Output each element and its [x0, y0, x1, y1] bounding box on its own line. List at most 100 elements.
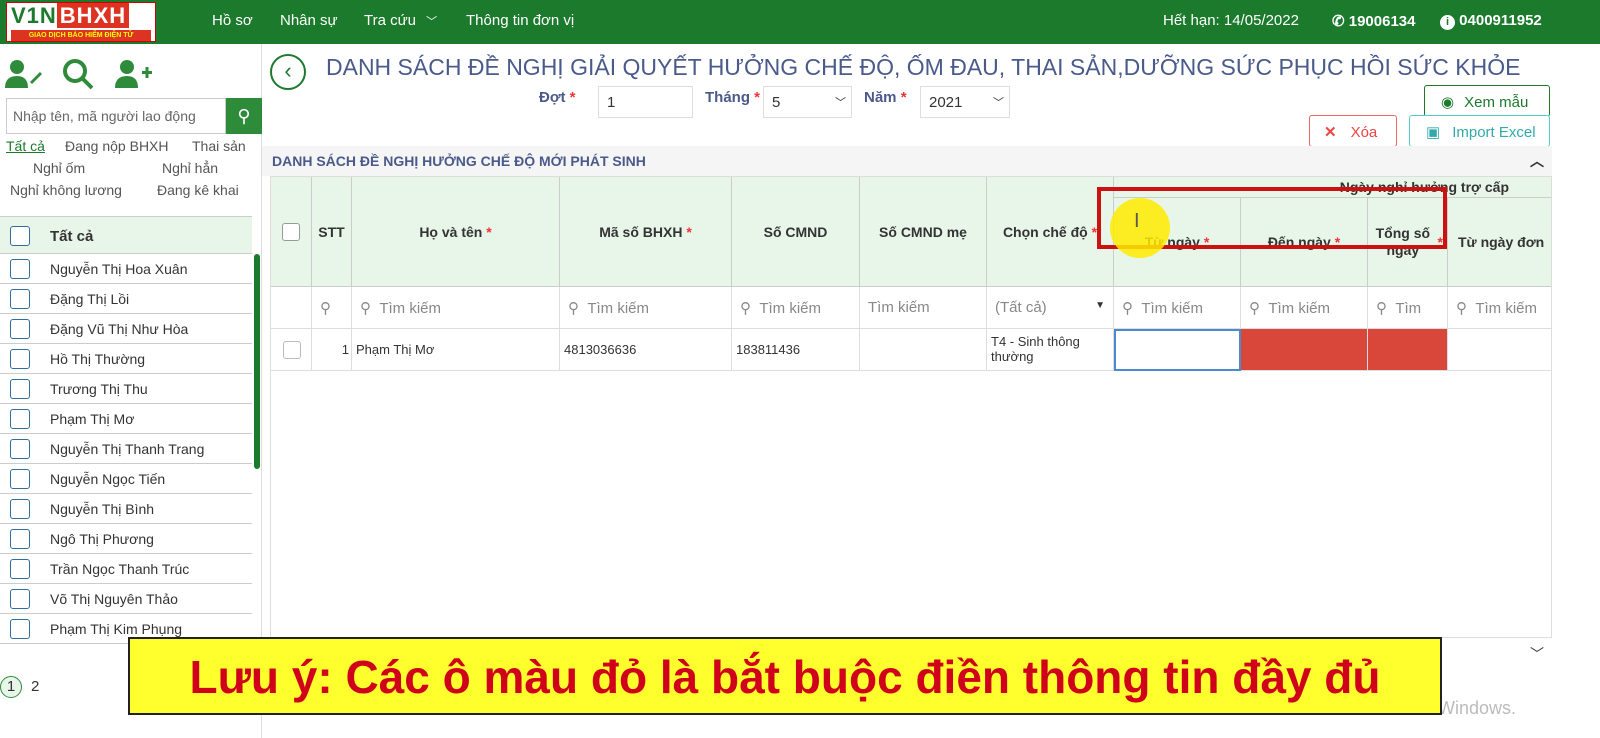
- person-checkbox[interactable]: [10, 529, 30, 549]
- person-checkbox[interactable]: [10, 319, 30, 339]
- person-checkbox[interactable]: [10, 499, 30, 519]
- col-bhxh[interactable]: Mã số BHXH *: [560, 177, 732, 287]
- nav-tra-cuu[interactable]: Tra cứu ﹀: [364, 12, 437, 29]
- nav-nhan-su[interactable]: Nhân sự: [280, 12, 338, 29]
- filter-nghi-khong-luong[interactable]: Nghỉ không lương: [10, 182, 122, 198]
- select-all-checkbox[interactable]: [10, 226, 30, 246]
- cell-tong-so-required[interactable]: [1368, 329, 1448, 371]
- col-che-do[interactable]: Chọn chế độ *: [987, 177, 1114, 287]
- person-name: Đặng Thị Lồi: [50, 291, 130, 307]
- sidebar-person-item[interactable]: Hồ Thị Thường: [0, 344, 252, 374]
- sidebar-person-item[interactable]: Phạm Thị Mơ: [0, 404, 252, 434]
- sidebar-person-item[interactable]: Nguyễn Thị Hoa Xuân: [0, 254, 252, 284]
- sidebar-person-item[interactable]: Đặng Thị Lồi: [0, 284, 252, 314]
- sidebar-person-item[interactable]: Trần Ngọc Thanh Trúc: [0, 554, 252, 584]
- sidebar-person-item[interactable]: Ngô Thị Phương: [0, 524, 252, 554]
- person-name: Nguyễn Ngọc Tiến: [50, 471, 166, 487]
- col-stt[interactable]: STT: [312, 177, 352, 287]
- sidebar-person-item[interactable]: Nguyễn Ngọc Tiến: [0, 464, 252, 494]
- cell-stt: 1: [312, 329, 352, 371]
- person-checkbox[interactable]: [10, 379, 30, 399]
- person-checkbox[interactable]: [10, 439, 30, 459]
- person-checkbox[interactable]: [10, 589, 30, 609]
- person-checkbox[interactable]: [10, 469, 30, 489]
- section-header[interactable]: DANH SÁCH ĐỀ NGHỊ HƯỞNG CHẾ ĐỘ MỚI PHÁT …: [262, 146, 1552, 176]
- filter-tu-ngay-don[interactable]: ⚲ Tìm kiếm: [1448, 287, 1551, 329]
- view-template-button[interactable]: ◉ Xem mẫu: [1424, 85, 1550, 117]
- filter-placeholder: Tìm kiếm: [587, 300, 650, 317]
- filter-cmnd-me[interactable]: Tìm kiếm: [860, 287, 987, 329]
- eye-icon: ◉: [1441, 94, 1455, 111]
- search-icon: ⚲: [568, 300, 579, 317]
- person-checkbox[interactable]: [10, 409, 30, 429]
- sidebar-person-item[interactable]: Võ Thị Nguyên Thảo: [0, 584, 252, 614]
- filter-dang-ke-khai[interactable]: Đang kê khai: [157, 182, 239, 198]
- filter-tong-so[interactable]: ⚲ Tìm: [1368, 287, 1448, 329]
- page-2-button[interactable]: 2: [31, 678, 39, 695]
- employee-search-input[interactable]: Nhập tên, mã người lao động: [6, 98, 226, 134]
- cell-cmnd-me[interactable]: [860, 329, 987, 371]
- phone-link[interactable]: ✆ 19006134: [1332, 12, 1416, 30]
- filter-che-do-select[interactable]: (Tất cả) ▼: [987, 287, 1114, 329]
- row-checkbox-cell: [271, 329, 312, 371]
- cell-den-ngay-required[interactable]: [1241, 329, 1368, 371]
- person-checkbox[interactable]: [10, 559, 30, 579]
- back-button[interactable]: ‹: [270, 54, 306, 90]
- person-name: Võ Thị Nguyên Thảo: [50, 591, 178, 607]
- filter-tat-ca[interactable]: Tất cả: [6, 138, 45, 154]
- select-all-rows-checkbox[interactable]: [282, 222, 300, 241]
- col-name[interactable]: Họ và tên *: [352, 177, 560, 287]
- col-cmnd[interactable]: Số CMND: [732, 177, 860, 287]
- filter-dang-nop-bhxh[interactable]: Đang nộp BHXH: [65, 138, 169, 154]
- sidebar-person-item[interactable]: Đặng Vũ Thị Như Hòa: [0, 314, 252, 344]
- filter-nghi-om[interactable]: Nghỉ ốm: [33, 160, 85, 176]
- filter-den-ngay[interactable]: ⚲ Tìm kiếm: [1241, 287, 1368, 329]
- import-excel-button[interactable]: ▣ Import Excel: [1409, 115, 1550, 147]
- thang-value: 5: [772, 94, 781, 111]
- account-info[interactable]: i 0400911952: [1440, 12, 1542, 30]
- filter-tu-ngay[interactable]: ⚲ Tìm kiếm: [1114, 287, 1241, 329]
- thang-select[interactable]: 5 ﹀: [763, 86, 852, 118]
- add-user-icon[interactable]: [114, 58, 154, 90]
- person-checkbox[interactable]: [10, 619, 30, 639]
- col-cmnd-me[interactable]: Số CMND mẹ: [860, 177, 987, 287]
- person-checkbox[interactable]: [10, 289, 30, 309]
- add-user-edit-icon[interactable]: [4, 58, 42, 90]
- filter-name[interactable]: ⚲ Tìm kiếm: [352, 287, 560, 329]
- search-button[interactable]: ⚲: [226, 98, 262, 134]
- nam-select[interactable]: 2021 ﹀: [920, 86, 1010, 118]
- chevron-down-icon[interactable]: ﹀: [1530, 644, 1544, 664]
- thang-label-text: Tháng: [705, 89, 750, 106]
- sidebar-person-item[interactable]: Nguyễn Thị Bình: [0, 494, 252, 524]
- section-title: DANH SÁCH ĐỀ NGHỊ HƯỞNG CHẾ ĐỘ MỚI PHÁT …: [272, 153, 646, 169]
- filter-thai-san[interactable]: Thai sản: [192, 138, 246, 154]
- dot-input[interactable]: 1: [598, 86, 693, 118]
- page-1-button[interactable]: 1: [0, 676, 22, 698]
- required-mark: *: [686, 223, 692, 240]
- person-name: Nguyễn Thị Hoa Xuân: [50, 261, 188, 277]
- cell-cmnd[interactable]: 183811436: [732, 329, 860, 371]
- cell-tu-ngay-input[interactable]: [1114, 329, 1241, 371]
- row-checkbox[interactable]: [283, 341, 301, 359]
- delete-button[interactable]: ✕ Xóa: [1309, 115, 1397, 147]
- nav-ho-so[interactable]: Hồ sơ: [212, 12, 253, 29]
- cell-bhxh[interactable]: 4813036636: [560, 329, 732, 371]
- cell-name[interactable]: Phạm Thị Mơ: [352, 329, 560, 371]
- col-tu-ngay-don[interactable]: Từ ngày đơn: [1448, 198, 1551, 287]
- sidebar-person-item[interactable]: Nguyễn Thị Thanh Trang: [0, 434, 252, 464]
- sidebar-person-item[interactable]: Trương Thị Thu: [0, 374, 252, 404]
- nav-thong-tin-don-vi[interactable]: Thông tin đơn vị: [466, 12, 574, 29]
- main-content: ‹ DANH SÁCH ĐỀ NGHỊ GIẢI QUYẾT HƯỞNG CHẾ…: [262, 44, 1600, 738]
- filter-stt[interactable]: ⚲: [312, 287, 352, 329]
- cell-che-do[interactable]: T4 - Sinh thông thường: [987, 329, 1114, 371]
- cell-tu-ngay-don[interactable]: [1448, 329, 1551, 371]
- person-checkbox[interactable]: [10, 349, 30, 369]
- logo[interactable]: V1N BHXH GIAO DỊCH BẢO HIỂM ĐIỆN TỬ: [6, 2, 156, 42]
- search-icon[interactable]: [62, 58, 94, 90]
- filter-cmnd[interactable]: ⚲ Tìm kiếm: [732, 287, 860, 329]
- filter-nghi-han[interactable]: Nghỉ hẳn: [162, 160, 218, 176]
- person-checkbox[interactable]: [10, 259, 30, 279]
- sidebar-scrollbar[interactable]: [254, 254, 260, 469]
- filter-bhxh[interactable]: ⚲ Tìm kiếm: [560, 287, 732, 329]
- search-icon: ⚲: [360, 300, 371, 317]
